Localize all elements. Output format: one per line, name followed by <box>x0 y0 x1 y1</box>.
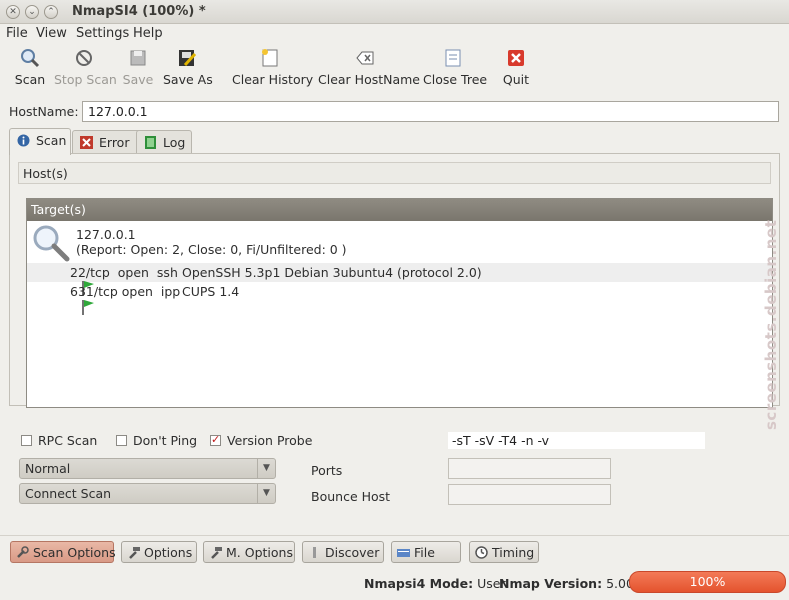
title-bar: ✕ ⌄ ⌃ NmapSI4 (100%) * <box>0 0 789 24</box>
rpc-scan-checkbox[interactable]: RPC Scan <box>21 433 97 448</box>
scan-button[interactable]: Scan <box>12 48 48 90</box>
hostname-label: HostName: <box>9 104 79 119</box>
quit-icon <box>506 48 526 68</box>
tab-log[interactable]: Log <box>136 130 192 154</box>
host-entry[interactable]: 127.0.0.1 (Report: Open: 2, Close: 0, Fi… <box>27 221 772 263</box>
open-port-flag-icon <box>49 265 94 296</box>
dropdown-arrow-icon: ▼ <box>257 459 275 478</box>
menu-help[interactable]: Help <box>133 26 163 41</box>
dropdown-arrow-icon: ▼ <box>257 484 275 503</box>
bottom-button-bar: Scan Options Options M. Options Discover… <box>0 535 789 565</box>
toolbar: Scan Stop Scan Save Save As Clear Histor… <box>0 44 789 94</box>
save-as-icon <box>177 48 197 68</box>
nmapsi4-mode: Nmapsi4 Mode: User <box>364 576 506 591</box>
timing-select[interactable]: Normal ▼ <box>19 458 276 479</box>
scan-panel: Host(s) Target(s) 127.0.0.1 (Report: Ope… <box>9 153 780 408</box>
targets-header[interactable]: Target(s) <box>27 199 772 221</box>
timing-button[interactable]: Timing <box>469 541 539 563</box>
service-description: CUPS 1.4 <box>182 284 240 299</box>
watermark: screenshots.debian.net <box>762 219 780 430</box>
options-button[interactable]: Options <box>121 541 197 563</box>
service-row[interactable]: 22/tcp open ssh OpenSSH 5.3p1 Debian 3ub… <box>27 263 772 296</box>
file-button[interactable]: File <box>391 541 461 563</box>
service-port: 631/tcp open ipp <box>70 284 181 299</box>
save-as-button[interactable]: Save As <box>163 48 213 90</box>
minimize-window-icon[interactable]: ⌄ <box>25 5 39 19</box>
menu-settings[interactable]: Settings <box>76 26 129 41</box>
ports-label: Ports <box>311 463 343 478</box>
close-tree-button[interactable]: Close Tree <box>423 48 487 90</box>
wrench-icon <box>16 546 29 559</box>
hammer-icon <box>209 546 222 559</box>
clear-hostname-button[interactable]: Clear HostName <box>318 48 420 90</box>
menu-bar: File View Settings Help <box>0 24 789 44</box>
status-bar: Nmapsi4 Mode: User Nmap Version: 5.00 10… <box>0 568 789 598</box>
host-magnifier-icon <box>31 223 71 263</box>
stop-scan-button[interactable]: Stop Scan <box>54 48 117 90</box>
nmap-version: Nmap Version: 5.00 <box>499 576 634 591</box>
close-tree-icon <box>443 48 463 68</box>
rpc-scan-box[interactable] <box>21 435 32 446</box>
targets-tree[interactable]: Target(s) 127.0.0.1 (Report: Open: 2, Cl… <box>26 198 773 408</box>
log-book-icon <box>144 136 157 149</box>
magnifier-icon <box>20 48 40 68</box>
host-report: (Report: Open: 2, Close: 0, Fi/Unfiltere… <box>76 242 347 257</box>
error-icon <box>80 136 93 149</box>
menu-view[interactable]: View <box>36 26 67 41</box>
m-options-button[interactable]: M. Options <box>203 541 295 563</box>
host-ip: 127.0.0.1 <box>76 227 136 242</box>
quit-button[interactable]: Quit <box>502 48 530 90</box>
hammer-icon <box>127 546 140 559</box>
discover-button[interactable]: Discover <box>302 541 384 563</box>
scan-type-select[interactable]: Connect Scan ▼ <box>19 483 276 504</box>
tab-error[interactable]: Error <box>72 130 142 154</box>
bounce-host-label: Bounce Host <box>311 489 391 504</box>
discover-icon <box>308 546 321 559</box>
open-port-flag-icon <box>49 284 94 315</box>
clear-history-icon <box>260 48 280 68</box>
close-window-icon[interactable]: ✕ <box>6 5 20 19</box>
service-port: 22/tcp open ssh <box>70 265 178 280</box>
clear-hostname-icon <box>355 48 375 68</box>
stop-icon <box>74 48 94 68</box>
maximize-window-icon[interactable]: ⌃ <box>44 5 58 19</box>
service-description: OpenSSH 5.3p1 Debian 3ubuntu4 (protocol … <box>182 265 482 280</box>
info-icon <box>17 134 30 147</box>
scan-options-button[interactable]: Scan Options <box>10 541 116 563</box>
file-icon <box>397 546 410 559</box>
command-line-field[interactable]: -sT -sV -T4 -n -v <box>448 432 705 449</box>
version-probe-checkbox[interactable]: Version Probe <box>210 433 312 448</box>
version-probe-box[interactable] <box>210 433 221 446</box>
dont-ping-box[interactable] <box>116 435 127 446</box>
floppy-save-icon <box>128 48 148 68</box>
hosts-header: Host(s) <box>18 162 771 184</box>
menu-file[interactable]: File <box>6 26 28 41</box>
tab-scan[interactable]: Scan <box>9 128 71 155</box>
service-row[interactable]: 631/tcp open ipp CUPS 1.4 <box>27 282 772 315</box>
save-button[interactable]: Save <box>121 48 155 90</box>
window-title: NmapSI4 (100%) * <box>72 4 206 19</box>
hostname-input[interactable] <box>82 101 779 122</box>
scan-progress-bar: 100% <box>629 571 786 593</box>
dont-ping-checkbox[interactable]: Don't Ping <box>116 433 197 448</box>
ports-input[interactable] <box>448 458 611 479</box>
clear-history-button[interactable]: Clear History <box>232 48 313 90</box>
timing-icon <box>475 546 488 559</box>
bounce-host-input[interactable] <box>448 484 611 505</box>
